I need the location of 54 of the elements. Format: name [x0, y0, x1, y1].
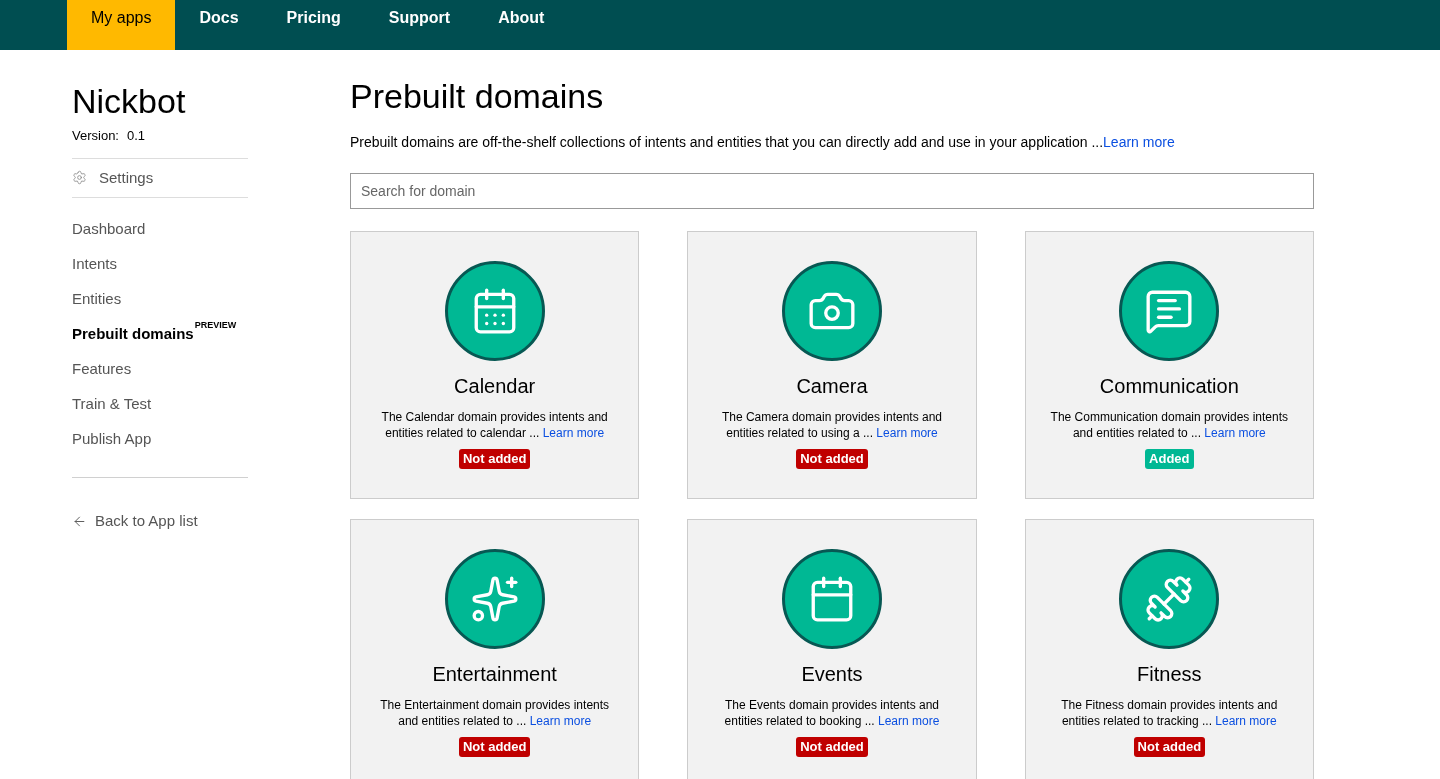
search-field[interactable]: Search for domain	[350, 173, 1314, 209]
app-name: Nickbot	[72, 81, 187, 122]
domain-description: The Communication domain provides intents and entities related to ... Learn more	[1049, 409, 1290, 441]
sidebar-item[interactable]: Train & Test	[72, 393, 152, 416]
domain-name: Entertainment	[432, 662, 557, 687]
back-link[interactable]: Back to App list	[95, 510, 198, 533]
status-badge: Not added	[796, 449, 868, 469]
sidebar-item[interactable]: Entities	[72, 288, 122, 311]
domain-name: Calendar	[454, 374, 536, 399]
nav-tab[interactable]: About	[474, 0, 569, 50]
domain-description: The Events domain provides intents and entities related to booking ... Learn more	[723, 697, 941, 729]
nav-tab[interactable]: Support	[364, 0, 475, 50]
sidebar-item[interactable]: Dashboard	[72, 218, 146, 241]
domain-description: The Fitness domain provides intents and entities related to tracking ... Learn more	[1060, 697, 1279, 729]
learn-more-link[interactable]: Learn more	[529, 714, 592, 728]
sidebar-item[interactable]: Publish App	[72, 428, 152, 451]
nav-tab[interactable]: Pricing	[262, 0, 365, 50]
domain-name: Communication	[1099, 374, 1239, 399]
dumbbell-icon	[1144, 574, 1195, 624]
domain-card[interactable]: Entertainment The Entertainment domain provides intents and entities related to ... Learn more Not added	[350, 519, 640, 779]
domain-card[interactable]: Events The Events domain provides intents and entities related to booking ... Learn more Not added	[687, 519, 977, 779]
learn-more-link[interactable]: Learn more	[1103, 134, 1175, 150]
preview-label: PREVIEW	[194, 319, 237, 332]
nav-tab[interactable]: My apps	[67, 0, 176, 50]
status-badge: Not added	[1133, 737, 1206, 757]
learn-more-link[interactable]: Learn more	[876, 426, 938, 440]
learn-more-link[interactable]: Learn more	[878, 714, 940, 728]
settings-icon	[72, 170, 87, 186]
learn-more-link[interactable]: Learn more	[1215, 714, 1277, 728]
domain-description: The Entertainment domain provides intents and entities related to ... Learn more	[379, 697, 611, 729]
nav-tab[interactable]: Docs	[175, 0, 263, 50]
status-badge: Not added	[796, 737, 868, 757]
settings-link[interactable]: Settings	[99, 166, 154, 189]
learn-more-link[interactable]: Learn more	[1204, 426, 1266, 440]
domain-card[interactable]: Fitness The Fitness domain provides intents and entities related to tracking ... Learn more Not added	[1024, 519, 1314, 779]
domain-card[interactable]: Camera The Camera domain provides intents and entities related to using a ... Learn more Not added	[687, 231, 977, 499]
intro-text: Prebuilt domains are off-the-shelf collections of intents and entities that you can directly add and use in your application ...Learn more	[350, 133, 1176, 152]
version-label: Version:	[72, 127, 119, 145]
sidebar-item[interactable]: Prebuilt domains	[72, 323, 194, 346]
domain-description: The Calendar domain provides intents and entities related to calendar ... Learn more	[380, 409, 609, 441]
status-badge: Not added	[458, 449, 531, 469]
page-title: Prebuilt domains	[350, 76, 605, 116]
learn-more-link[interactable]: Learn more	[542, 426, 605, 440]
domain-name: Events	[801, 662, 863, 687]
domain-card[interactable]: Communication The Communication domain provides intents and entities related to ... Learn more Added	[1024, 231, 1314, 499]
domain-card[interactable]: Calendar The Calendar domain provides intents and entities related to calendar ... Learn more Not added	[350, 231, 640, 499]
domain-name: Camera	[796, 374, 868, 399]
sidebar-item[interactable]: Intents	[72, 253, 118, 276]
sidebar-item[interactable]: Features	[72, 358, 132, 381]
domain-name: Fitness	[1137, 662, 1202, 687]
status-badge: Added	[1145, 449, 1194, 469]
version-number: 0.1	[127, 127, 146, 145]
domain-description: The Camera domain provides intents and entities related to using a ... Learn more	[720, 409, 944, 441]
status-badge: Not added	[458, 737, 531, 757]
